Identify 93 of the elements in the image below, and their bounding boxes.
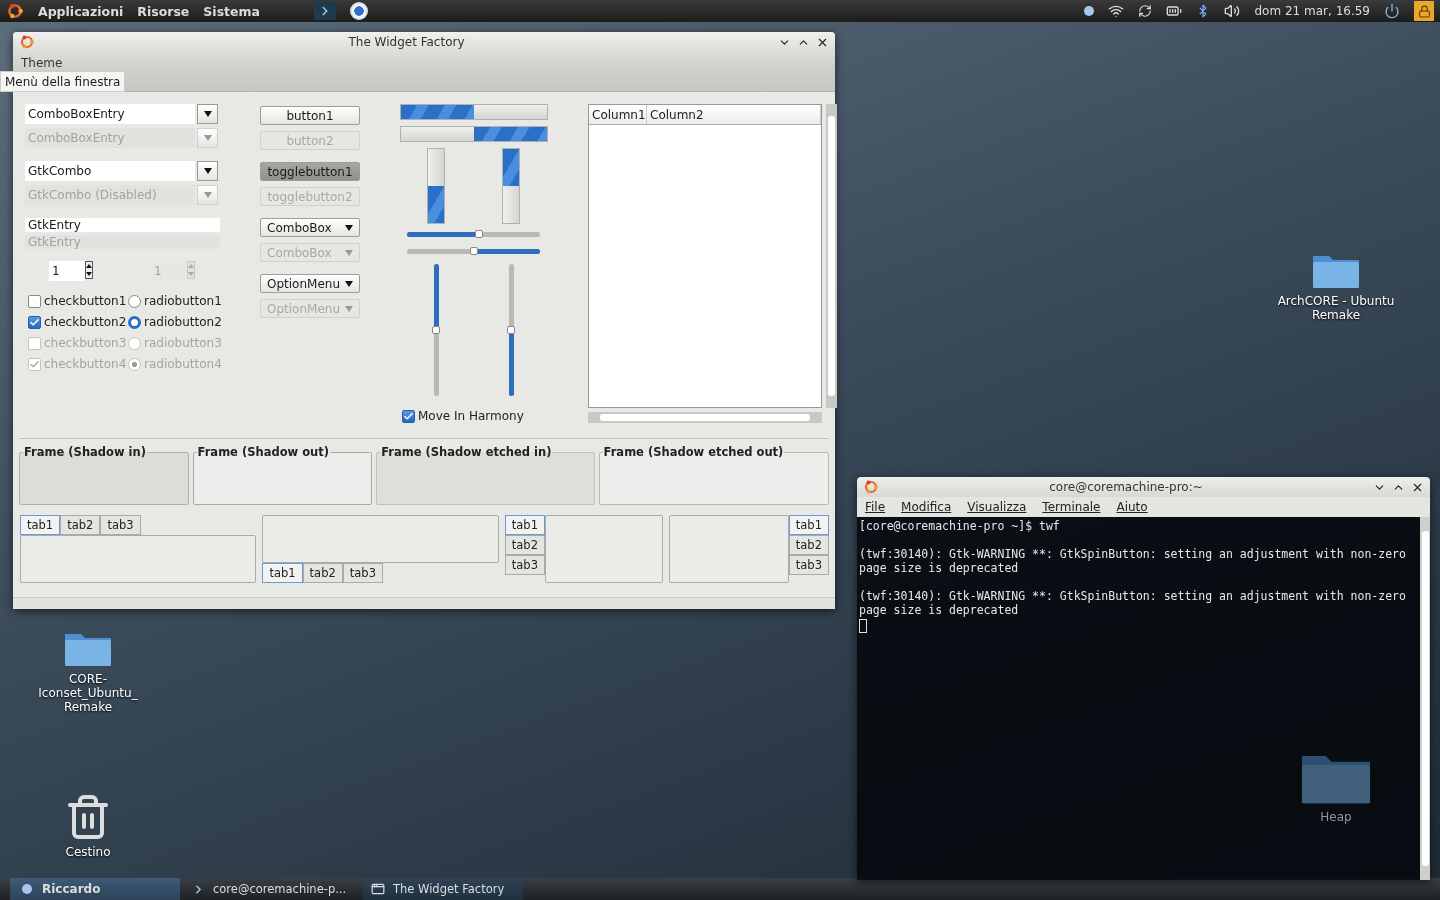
- radio-label[interactable]: radiobutton1: [144, 294, 222, 308]
- caret-icon: [203, 168, 212, 174]
- sync-icon[interactable]: [1138, 4, 1153, 18]
- combo-entry-field[interactable]: ComboBoxEntry: [25, 104, 195, 124]
- circle-logo-icon[interactable]: [19, 34, 35, 50]
- spin-arrows-icon[interactable]: [85, 261, 93, 279]
- tab[interactable]: tab2: [788, 535, 829, 555]
- tab[interactable]: tab1: [262, 563, 303, 583]
- checkbox[interactable]: [28, 294, 41, 308]
- frame-label: Frame (Shadow in): [23, 445, 147, 459]
- tab[interactable]: tab3: [342, 563, 383, 583]
- clock[interactable]: dom 21 mar, 16.59: [1254, 4, 1370, 18]
- terminal-line: [core@coremachine-pro ~]$ twf: [859, 519, 1061, 533]
- tooltip: Menù della finestra: [0, 71, 126, 92]
- menu-item[interactable]: Terminale: [1042, 500, 1101, 514]
- checkbox-label[interactable]: checkbutton2: [44, 315, 127, 329]
- slider-thumb[interactable]: [432, 326, 440, 334]
- power-icon[interactable]: [1384, 3, 1400, 19]
- caret-icon: [345, 280, 353, 287]
- desktop-icon-label[interactable]: Heap: [1320, 810, 1352, 825]
- dropdown-button[interactable]: [197, 161, 218, 181]
- lock-icon[interactable]: [1414, 1, 1434, 21]
- tab[interactable]: tab3: [504, 555, 545, 575]
- slider-thumb[interactable]: [469, 247, 478, 255]
- radio-button[interactable]: [128, 294, 141, 308]
- taskbar-label: core@coremachine-p...: [213, 882, 347, 896]
- window-title: The Widget Factory: [347, 35, 466, 49]
- caret-icon: [203, 111, 212, 117]
- caret-icon: [345, 305, 353, 312]
- tab[interactable]: tab3: [788, 555, 829, 575]
- menu-item[interactable]: Visualizza: [967, 500, 1027, 514]
- menu-item[interactable]: Modifica: [901, 500, 952, 514]
- column-header[interactable]: Column1: [589, 105, 647, 124]
- terminal-line: (twf:30140): Gtk-WARNING **: GtkSpinButton: setting an adjustment with non-zero page size is deprecated: [859, 589, 1407, 617]
- checkbox-label[interactable]: Move In Harmony: [418, 409, 524, 423]
- menu-item[interactable]: Theme: [21, 56, 63, 70]
- volume-icon[interactable]: [1224, 3, 1241, 19]
- slider-thumb[interactable]: [474, 230, 483, 238]
- caret-icon: [203, 135, 212, 141]
- circle-logo-icon[interactable]: [863, 479, 879, 495]
- menu-item[interactable]: Aiuto: [1116, 500, 1148, 514]
- dropdown-button[interactable]: ComboBox: [260, 218, 360, 237]
- wifi-icon[interactable]: [1108, 3, 1125, 19]
- tab[interactable]: tab2: [60, 515, 101, 535]
- window-title: core@coremachine-pro:~: [1048, 480, 1204, 494]
- vertical-scrollbar[interactable]: [1420, 517, 1430, 880]
- panel-menu[interactable]: Sistema: [203, 3, 260, 19]
- radio-label[interactable]: radiobutton2: [144, 315, 222, 329]
- panel-menu[interactable]: Applicazioni: [38, 3, 124, 19]
- caret-icon: [345, 249, 353, 256]
- vertical-scrollbar[interactable]: [826, 104, 837, 408]
- checkbox[interactable]: [402, 409, 415, 423]
- tab[interactable]: tab1: [788, 515, 829, 535]
- desktop-icon-label[interactable]: CORE-Iconset_Ubuntu_ Remake: [20, 672, 156, 714]
- radio-button[interactable]: [128, 315, 141, 329]
- menu-item[interactable]: File: [865, 500, 886, 514]
- spin-field[interactable]: 1: [49, 261, 85, 281]
- frame-label: Frame (Shadow out): [196, 445, 330, 459]
- checkbox-label[interactable]: checkbutton1: [44, 294, 127, 308]
- circle-logo-icon[interactable]: [6, 2, 24, 20]
- slider-thumb[interactable]: [507, 326, 515, 334]
- window-icon: [371, 882, 385, 896]
- taskbar-item[interactable]: core@coremachine-p...: [184, 878, 359, 900]
- column-header[interactable]: Column2: [647, 105, 821, 124]
- frame-label: Frame (Shadow etched out): [602, 445, 785, 459]
- frame-label: Frame (Shadow etched in): [380, 445, 553, 459]
- browser-icon[interactable]: [350, 2, 368, 20]
- dropdown-button[interactable]: OptionMenu: [260, 274, 360, 293]
- text-cursor: [859, 619, 867, 633]
- desktop-icon-label[interactable]: ArchCORE - Ubuntu Remake: [1276, 294, 1396, 322]
- user-button[interactable]: Riccardo: [10, 878, 180, 900]
- taskbar-item[interactable]: The Widget Factory: [363, 878, 523, 900]
- caret-icon: [203, 192, 212, 198]
- horizontal-scrollbar[interactable]: [588, 412, 822, 423]
- tab[interactable]: tab2: [504, 535, 545, 555]
- battery-icon[interactable]: [1166, 3, 1183, 19]
- checkbox[interactable]: [28, 315, 41, 329]
- desktop-icon-label[interactable]: Cestino: [65, 845, 111, 859]
- text-field[interactable]: GtkEntry: [25, 218, 220, 232]
- status-dot-icon[interactable]: [1084, 6, 1095, 16]
- taskbar-label: The Widget Factory: [393, 882, 505, 896]
- terminal-line: (twf:30140): Gtk-WARNING **: GtkSpinButton: setting an adjustment with non-zero page size is deprecated: [859, 547, 1407, 575]
- combo-entry-field[interactable]: GtkCombo: [25, 161, 195, 181]
- toggle-button[interactable]: togglebutton1: [260, 162, 360, 181]
- tab[interactable]: tab1: [20, 515, 61, 535]
- tab[interactable]: tab2: [302, 563, 343, 583]
- push-button[interactable]: button1: [260, 106, 360, 125]
- terminal-launcher-icon[interactable]: [314, 2, 336, 20]
- dropdown-button[interactable]: [197, 104, 218, 124]
- panel-menu[interactable]: Risorse: [137, 3, 190, 19]
- tab[interactable]: tab3: [100, 515, 141, 535]
- caret-icon: [345, 224, 353, 231]
- tab[interactable]: tab1: [504, 515, 545, 535]
